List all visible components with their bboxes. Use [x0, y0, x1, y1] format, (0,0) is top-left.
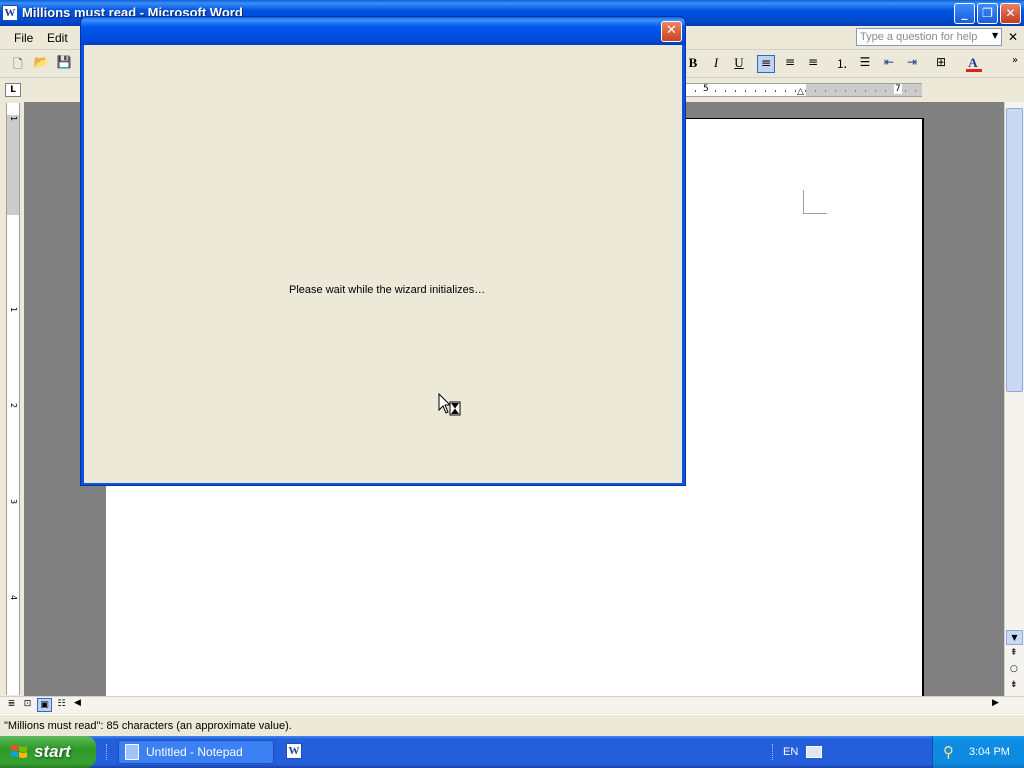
print-layout-icon[interactable]: ▣: [37, 698, 52, 712]
help-dropdown-arrow-icon[interactable]: ▼: [992, 31, 998, 40]
taskbar-item-notepad[interactable]: Untitled - Notepad: [118, 740, 274, 764]
font-color-swatch: [966, 69, 982, 72]
bulleted-list-icon[interactable]: ☰: [856, 55, 874, 73]
wizard-dialog[interactable]: ✕ Please wait while the wizard initializ…: [80, 16, 686, 486]
open-folder-icon[interactable]: 📂: [32, 55, 50, 73]
search-icon[interactable]: ⚲: [943, 743, 954, 761]
ruler-label: 3: [9, 499, 18, 505]
web-layout-icon[interactable]: ⊡: [20, 698, 35, 712]
status-text: "Millions must read": 85 characters (an …: [4, 720, 292, 732]
italic-button[interactable]: I: [707, 55, 725, 73]
dialog-title-bar[interactable]: [81, 17, 685, 45]
next-page-icon[interactable]: ⇟: [1010, 680, 1018, 690]
select-browse-object-icon[interactable]: ○: [1010, 664, 1018, 674]
busy-cursor-icon: [438, 393, 461, 416]
borders-icon[interactable]: ⊞: [932, 55, 950, 73]
normal-view-icon[interactable]: ≣: [4, 698, 19, 712]
scroll-right-icon[interactable]: ▶: [992, 698, 999, 708]
taskbar-grip[interactable]: [772, 744, 775, 760]
bold-button[interactable]: B: [684, 55, 702, 73]
close-document-icon[interactable]: ✕: [1008, 30, 1018, 44]
taskbar: start Untitled - Notepad W EN ⚲ 3:04 PM: [0, 736, 1024, 768]
tab-selector-icon[interactable]: L: [5, 83, 21, 97]
indent-marker-icon[interactable]: △: [797, 87, 804, 97]
restore-button[interactable]: ❐: [977, 3, 998, 24]
wizard-status-message: Please wait while the wizard initializes…: [289, 284, 486, 296]
scroll-thumb[interactable]: [1006, 108, 1023, 392]
new-document-icon[interactable]: 🗋: [9, 55, 27, 73]
outline-view-icon[interactable]: ☷: [54, 698, 69, 712]
ruler-label: 4: [9, 595, 18, 601]
dialog-body: Please wait while the wizard initializes…: [84, 45, 682, 483]
previous-page-icon[interactable]: ⇞: [1010, 648, 1018, 658]
language-indicator[interactable]: EN: [783, 746, 798, 758]
underline-button[interactable]: U: [730, 55, 748, 73]
taskbar-item-word[interactable]: W: [280, 740, 308, 764]
menu-edit[interactable]: Edit: [47, 31, 68, 45]
word-app-icon[interactable]: W: [2, 5, 18, 21]
help-search-input[interactable]: Type a question for help: [856, 28, 1002, 46]
status-bar: "Millions must read": 85 characters (an …: [0, 714, 1024, 736]
numbered-list-icon[interactable]: ⒈: [833, 55, 851, 73]
start-label: start: [34, 742, 71, 761]
save-icon[interactable]: 💾: [55, 55, 73, 73]
system-tray: ⚲ 3:04 PM: [932, 736, 1024, 768]
notepad-icon: [125, 744, 139, 760]
taskbar-item-label: Untitled - Notepad: [146, 745, 243, 759]
dialog-close-button[interactable]: ✕: [661, 21, 682, 42]
ruler-label: 1: [9, 116, 18, 122]
increase-indent-icon[interactable]: ⇥: [903, 55, 921, 73]
ruler-label: 5: [702, 84, 710, 94]
word-icon: W: [286, 743, 302, 759]
taskbar-grip[interactable]: [106, 744, 109, 760]
keyboard-icon[interactable]: [806, 746, 822, 758]
minimize-button[interactable]: _: [954, 3, 975, 24]
ruler-label: 2: [9, 403, 18, 409]
horizontal-scrollbar[interactable]: ≣ ⊡ ▣ ☷ ◀ ▶: [0, 696, 1024, 713]
align-center-icon[interactable]: ≡: [781, 55, 799, 73]
start-button[interactable]: start: [0, 736, 96, 768]
horizontal-ruler[interactable]: 5 △ 7: [686, 83, 922, 97]
vertical-ruler[interactable]: 1 1 2 3 4: [6, 103, 20, 695]
ruler-margin-shade: [7, 115, 19, 215]
toolbar-overflow-icon[interactable]: »: [1006, 55, 1024, 73]
ruler-label: 1: [9, 307, 18, 313]
vertical-scrollbar[interactable]: ▼ ⇞ ○ ⇟: [1004, 102, 1024, 696]
align-right-icon[interactable]: ≡: [804, 55, 822, 73]
align-left-icon[interactable]: ≡: [757, 55, 775, 73]
ruler-label: 7: [894, 84, 902, 94]
decrease-indent-icon[interactable]: ⇤: [880, 55, 898, 73]
scroll-down-icon[interactable]: ▼: [1006, 630, 1023, 645]
ruler-margin-shade: [806, 84, 922, 96]
scroll-left-icon[interactable]: ◀: [74, 698, 81, 708]
margin-corner-mark: [803, 190, 827, 214]
clock[interactable]: 3:04 PM: [969, 746, 1010, 758]
close-window-button[interactable]: ✕: [1000, 3, 1021, 24]
menu-file[interactable]: File: [14, 31, 33, 45]
windows-logo-icon: [11, 745, 27, 758]
